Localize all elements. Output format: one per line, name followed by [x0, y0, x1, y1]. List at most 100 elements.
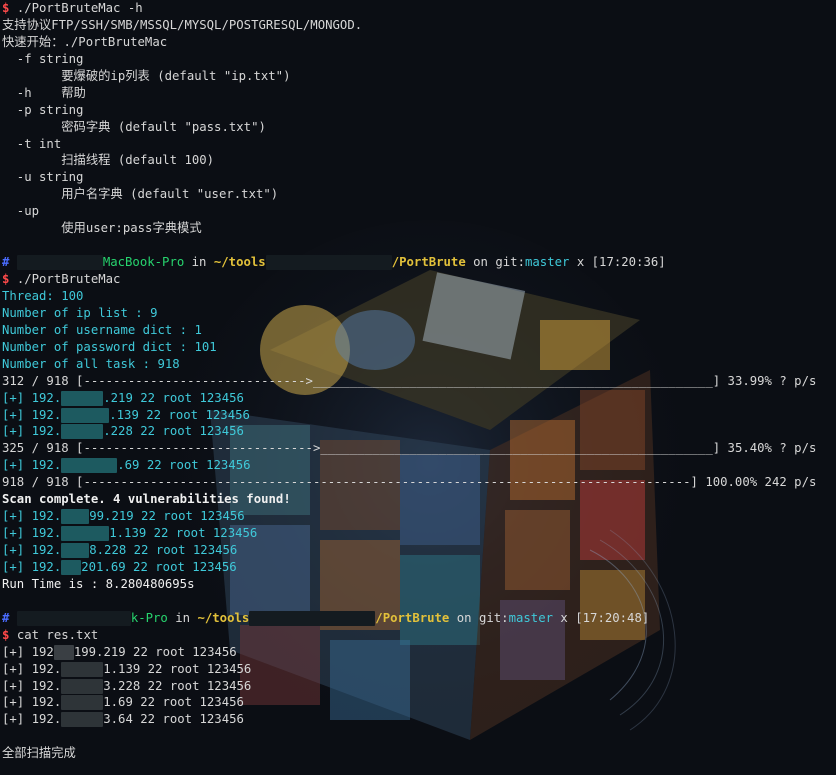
file-row: [+] 192 199.219 22 root 123456 [2, 644, 836, 661]
hit-row: [+] 192. .228 22 root 123456 [2, 423, 836, 440]
progress-count: 312 / 918 [ [2, 373, 84, 388]
hit-suffix: .228 22 root 123456 [103, 424, 244, 439]
progress-fill: ----------------------------------------… [83, 475, 691, 490]
prompt-symbol: $ [2, 272, 17, 286]
stat-all-task: Number of all task : 918 [2, 356, 180, 371]
scan-complete-message: Scan complete. 4 vulnerabilities found! [2, 492, 291, 507]
help-option-u-desc: 用户名字典 (default "user.txt") [2, 187, 279, 202]
hit-prefix: [+] 192. [2, 424, 62, 439]
redacted-ip [61, 559, 82, 575]
prompt-time: [17:20:36] [591, 255, 666, 270]
redacted-ip [61, 390, 104, 406]
progress-fill: ------------------------------->________… [83, 441, 713, 456]
progress-percent: ] 35.40% ? p/s [712, 441, 817, 456]
progress-fill: ------------------------------>_________… [83, 373, 713, 388]
help-option-u: -u string [2, 170, 84, 185]
command-text: ./PortBruteMac [16, 272, 121, 286]
hit-row: [+] 192. .219 22 root 123456 [2, 390, 836, 407]
hit-prefix: [+] 192. [2, 458, 62, 473]
prompt-in: in [167, 610, 198, 625]
redacted-ip [53, 644, 74, 660]
command-text: ./PortBruteMac -h [16, 1, 143, 15]
prompt-time: [17:20:48] [575, 610, 650, 625]
file-row-suffix: 199.219 22 root 123456 [73, 644, 237, 659]
progress-bar: 918 / 918 [-----------------------------… [2, 474, 836, 491]
redacted-path [265, 255, 392, 271]
stat-username-dict: Number of username dict : 1 [2, 322, 202, 337]
hit-prefix: [+] 192. [2, 407, 62, 422]
prompt-branch: master [525, 255, 570, 270]
shell-prompt: # k-Pro in ~/tools/PortBrute on git:mast… [2, 610, 836, 627]
footer-message: 全部扫描完成 [2, 746, 76, 761]
redacted-ip [61, 695, 104, 711]
redacted-ip [61, 509, 90, 525]
redacted-username [16, 610, 131, 626]
file-row: [+] 192. 3.64 22 root 123456 [2, 711, 836, 728]
file-row-suffix: 3.64 22 root 123456 [103, 712, 244, 727]
file-row-prefix: [+] 192 [2, 644, 54, 659]
command-line: $ ./PortBruteMac -h [2, 0, 836, 17]
redacted-ip [61, 661, 104, 677]
prompt-host: k-Pro [130, 610, 168, 625]
redacted-ip [61, 678, 104, 694]
hit-prefix: [+] 192. [2, 390, 62, 405]
result-row: [+] 192. 1.139 22 root 123456 [2, 525, 836, 542]
result-prefix: [+] 192. [2, 526, 62, 541]
result-prefix: [+] 192. [2, 543, 62, 557]
prompt-path: ~/tools [197, 610, 250, 625]
command-line: $ cat res.txt [2, 627, 836, 644]
prompt-dirty: x [569, 255, 592, 270]
prompt-hash: # [2, 255, 10, 270]
prompt-dirty: x [553, 610, 576, 625]
result-prefix: [+] 192. [2, 509, 62, 524]
file-row-suffix: 3.228 22 root 123456 [103, 678, 252, 693]
result-row: [+] 192. 8.228 22 root 123456 [2, 542, 836, 559]
command-text: cat res.txt [16, 627, 99, 642]
terminal-window[interactable]: $ ./PortBruteMac -h 支持协议FTP/SSH/SMB/MSSQ… [0, 0, 836, 775]
file-row-prefix: [+] 192. [2, 712, 62, 727]
prompt-symbol: $ [2, 1, 17, 15]
prompt-path: ~/tools [213, 255, 266, 270]
help-option-t: -t int [2, 136, 62, 151]
file-row-prefix: [+] 192. [2, 678, 62, 693]
shell-prompt: # MacBook-Pro in ~/tools/PortBrute on gi… [2, 254, 836, 271]
help-support: 支持协议FTP/SSH/SMB/MSSQL/MYSQL/POSTGRESQL/M… [2, 17, 363, 32]
redacted-ip [61, 543, 90, 558]
result-row: [+] 192. 201.69 22 root 123456 [2, 559, 836, 576]
prompt-path-end: /PortBrute [391, 255, 466, 270]
prompt-branch: master [508, 610, 554, 625]
progress-count: 325 / 918 [ [2, 441, 84, 456]
redacted-username [16, 255, 103, 271]
redacted-ip [61, 424, 104, 440]
command-line: $ ./PortBruteMac [2, 271, 836, 288]
file-row: [+] 192. 1.69 22 root 123456 [2, 694, 836, 711]
progress-bar: 325 / 918 [-----------------------------… [2, 440, 836, 457]
prompt-git: git: [495, 255, 525, 270]
help-quickstart: 快速开始：./PortBruteMac [2, 34, 168, 49]
help-option-p: -p string [2, 102, 84, 117]
hit-suffix: .69 22 root 123456 [117, 458, 251, 473]
stat-ip-list: Number of ip list : 9 [2, 305, 158, 320]
hit-row: [+] 192. .69 22 root 123456 [2, 457, 836, 474]
help-option-p-desc: 密码字典 (default "pass.txt") [2, 119, 266, 134]
file-row-suffix: 1.139 22 root 123456 [103, 661, 252, 676]
file-row-prefix: [+] 192. [2, 695, 62, 710]
prompt-git: git: [478, 610, 509, 625]
progress-percent: ] 100.00% 242 p/s [690, 475, 817, 490]
result-suffix: 8.228 22 root 123456 [89, 543, 238, 557]
hit-suffix: .139 22 root 123456 [109, 407, 250, 422]
progress-count: 918 / 918 [ [2, 475, 84, 490]
help-option-f: -f string [2, 51, 84, 66]
run-time: Run Time is : 8.280480695s [2, 576, 195, 591]
redacted-path [249, 610, 376, 626]
file-row-suffix: 1.69 22 root 123456 [103, 695, 244, 710]
result-suffix: 1.139 22 root 123456 [109, 526, 258, 541]
help-option-up: -up [2, 204, 40, 219]
progress-percent: ] 33.99% ? p/s [712, 373, 817, 388]
result-prefix: [+] 192. [2, 559, 62, 574]
progress-bar: 312 / 918 [-----------------------------… [2, 373, 836, 390]
file-row: [+] 192. 3.228 22 root 123456 [2, 678, 836, 695]
